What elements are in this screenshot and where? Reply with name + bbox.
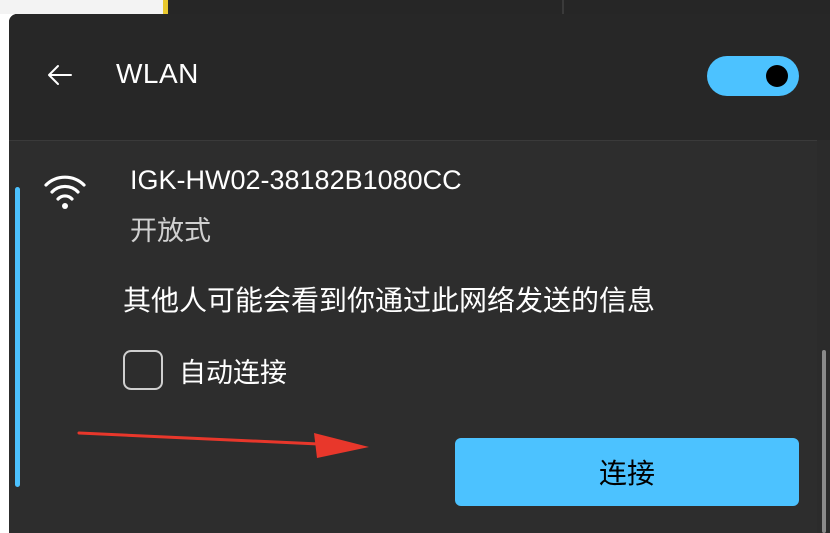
wlan-toggle[interactable] <box>707 56 799 96</box>
background-dark-area <box>168 0 830 14</box>
screenshot-stage: WLAN IGK-HW02-38182B1080CC 开放式 其他人可能会看到你… <box>0 0 830 533</box>
selection-indicator <box>15 187 20 487</box>
connect-button[interactable]: 连接 <box>455 438 799 506</box>
wifi-icon <box>44 175 86 209</box>
wlan-flyout-panel: WLAN IGK-HW02-38182B1080CC 开放式 其他人可能会看到你… <box>9 14 830 533</box>
scrollbar[interactable] <box>822 350 826 533</box>
page-title: WLAN <box>116 58 199 89</box>
security-warning: 其他人可能会看到你通过此网络发送的信息 <box>123 285 656 316</box>
background-window-strip <box>0 0 830 14</box>
network-ssid: IGK-HW02-38182B1080CC <box>130 165 462 195</box>
wlan-header: WLAN <box>9 14 830 140</box>
annotation-arrow-icon <box>77 431 369 458</box>
auto-connect-label: 自动连接 <box>179 357 287 388</box>
network-card[interactable]: IGK-HW02-38182B1080CC 开放式 其他人可能会看到你通过此网络… <box>9 140 817 533</box>
arrow-left-icon[interactable] <box>45 60 75 90</box>
network-security-type: 开放式 <box>130 216 211 246</box>
auto-connect-checkbox[interactable] <box>123 350 163 390</box>
auto-connect-option[interactable]: 自动连接 <box>123 347 287 393</box>
background-divider <box>562 0 564 14</box>
toggle-knob <box>766 65 788 87</box>
